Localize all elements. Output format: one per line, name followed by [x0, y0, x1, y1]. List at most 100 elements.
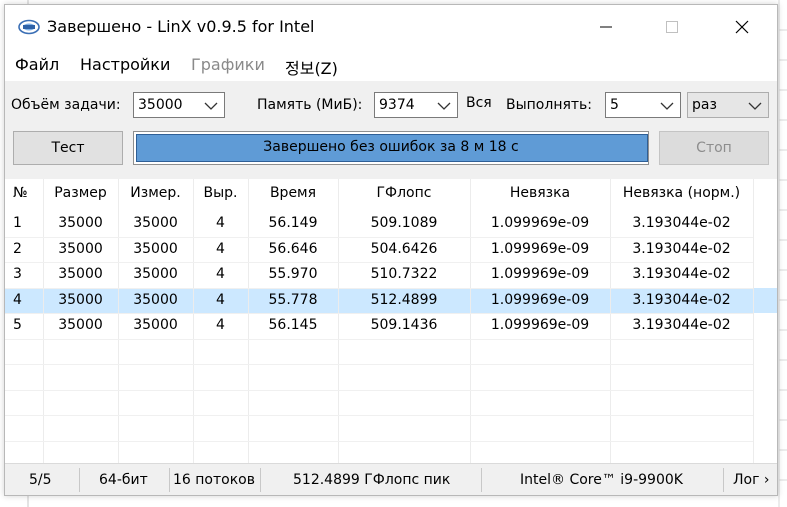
table-header: № Размер Измер. Выр. Время ГФлопс Невязка Невяз… [5, 179, 777, 209]
progress-text: Завершено без ошибок за 8 м 18 с [263, 139, 519, 155]
chevron-down-icon [748, 102, 762, 110]
cell-col-size: 35000 [58, 266, 103, 282]
header-col-residual-norm[interactable]: Невязка (норм.) [610, 185, 753, 201]
cell-col-align: 4 [216, 215, 225, 231]
cell-col-residual: 1.099969e-09 [490, 291, 590, 308]
chevron-down-icon [204, 102, 218, 110]
controls-panel: Объём задачи: 35000 Память (МиБ): 9374 В… [5, 81, 777, 179]
problem-size-value: 35000 [138, 97, 183, 113]
menu-file[interactable]: Файл [15, 55, 59, 74]
cell-col-time: 56.149 [268, 215, 318, 231]
memory-combo[interactable]: 9374 [374, 92, 458, 118]
header-col-time[interactable]: Время [248, 185, 338, 201]
cell-col-size: 35000 [58, 240, 103, 257]
cell-col-align: 4 [216, 291, 225, 308]
menu-settings[interactable]: Настройки [80, 55, 170, 74]
cell-col-align: 4 [216, 266, 225, 282]
status-separator [79, 468, 80, 492]
runs-unit-combo[interactable]: раз [687, 92, 769, 118]
log-button[interactable]: Лог › [733, 472, 770, 488]
all-memory-label[interactable]: Вся [466, 95, 492, 111]
header-col-dim[interactable]: Измер. [118, 185, 193, 201]
header-col-align[interactable]: Выр. [193, 185, 248, 201]
menu-bar: Файл Настройки Графики 정보(Z) [5, 49, 777, 81]
grid-line [753, 179, 754, 463]
cell-col-time: 55.970 [268, 266, 318, 282]
cell-col-gflops: 504.6426 [370, 240, 438, 257]
table-row[interactable]: 1 35000 35000 4 56.149 509.1089 1.099969e-09 3.… [5, 211, 777, 236]
header-col-gflops[interactable]: ГФлопс [338, 185, 470, 201]
status-separator [169, 468, 170, 492]
grid-line [5, 313, 753, 314]
cell-col-dim: 35000 [133, 291, 178, 308]
cell-col-dim: 35000 [133, 266, 178, 282]
chevron-down-icon [660, 102, 674, 110]
grid-line [5, 287, 753, 289]
header-col-size[interactable]: Размер [43, 185, 118, 201]
chevron-down-icon [437, 102, 451, 110]
cell-col-residual: 1.099969e-09 [490, 266, 590, 282]
header-col-num[interactable]: № [13, 185, 43, 201]
cell-col-num: 1 [13, 215, 22, 231]
grid-line [610, 179, 611, 463]
progress-bar: Завершено без ошибок за 8 м 18 с [133, 131, 649, 165]
runs-value: 5 [610, 97, 619, 113]
cell-col-residual: 1.099969e-09 [490, 317, 590, 333]
grid-line [193, 179, 194, 463]
linx-app-icon[interactable] [18, 19, 40, 35]
maximize-button[interactable] [649, 5, 695, 49]
cell-col-gflops: 509.1436 [370, 317, 438, 333]
table-row[interactable]: 4 35000 35000 4 55.778 512.4899 1.099969e-09 3.… [5, 287, 777, 313]
table-row[interactable]: 2 35000 35000 4 56.646 504.6426 1.099969e-09 3.… [5, 237, 777, 262]
linx-window: Завершено - LinX v0.9.5 for Intel Файл Н… [4, 4, 778, 496]
cell-col-num: 4 [13, 291, 22, 308]
header-col-residual[interactable]: Невязка [470, 185, 610, 201]
close-button[interactable] [719, 5, 765, 49]
grid-line [470, 179, 471, 463]
close-icon [735, 20, 749, 34]
window-title: Завершено - LinX v0.9.5 for Intel [47, 17, 315, 36]
grid-line [5, 262, 753, 263]
cell-col-residual-norm: 3.193044e-02 [632, 266, 731, 282]
runs-unit-value: раз [692, 97, 717, 113]
cell-col-residual-norm: 3.193044e-02 [632, 240, 731, 257]
cell-col-residual-norm: 3.193044e-02 [632, 215, 731, 231]
grid-line [5, 415, 753, 416]
grid-line [248, 179, 249, 463]
test-button[interactable]: Тест [13, 131, 123, 165]
runs-combo[interactable]: 5 [605, 92, 681, 118]
cell-col-gflops: 510.7322 [370, 266, 438, 282]
status-bits: 64-бит [99, 472, 148, 488]
title-bar[interactable]: Завершено - LinX v0.9.5 for Intel [5, 5, 777, 49]
grid-line [5, 236, 753, 238]
status-bar: 5/5 64-бит 16 потоков 512.4899 ГФлопс пи… [5, 463, 777, 495]
grid-line [338, 179, 339, 463]
cell-col-residual-norm: 3.193044e-02 [632, 291, 731, 308]
cell-col-time: 56.145 [268, 317, 318, 333]
grid-line [5, 364, 753, 365]
cell-col-num: 5 [13, 317, 22, 333]
memory-value: 9374 [379, 97, 415, 113]
grid-line [5, 389, 753, 391]
grid-line [43, 179, 44, 463]
status-progress: 5/5 [29, 472, 52, 488]
cell-col-residual-norm: 3.193044e-02 [632, 317, 731, 333]
cell-col-dim: 35000 [133, 317, 178, 333]
status-threads: 16 потоков [173, 472, 255, 488]
table-row[interactable]: 5 35000 35000 4 56.145 509.1436 1.099969e-09 3.… [5, 313, 777, 338]
cell-col-align: 4 [216, 317, 225, 333]
cell-col-size: 35000 [58, 291, 103, 308]
status-separator [481, 468, 482, 492]
memory-label: Память (МиБ): [257, 97, 363, 113]
stop-button[interactable]: Стоп [659, 131, 769, 165]
menu-info[interactable]: 정보(Z) [285, 55, 338, 79]
minimize-icon [600, 26, 612, 28]
problem-size-combo[interactable]: 35000 [133, 92, 225, 118]
grid-line [118, 179, 119, 463]
run-label: Выполнять: [506, 97, 593, 113]
table-row[interactable]: 3 35000 35000 4 55.970 510.7322 1.099969e-09 3.… [5, 262, 777, 287]
cell-col-dim: 35000 [133, 240, 178, 257]
cell-col-dim: 35000 [133, 215, 178, 231]
minimize-button[interactable] [583, 5, 629, 49]
menu-graphs[interactable]: Графики [191, 55, 265, 74]
